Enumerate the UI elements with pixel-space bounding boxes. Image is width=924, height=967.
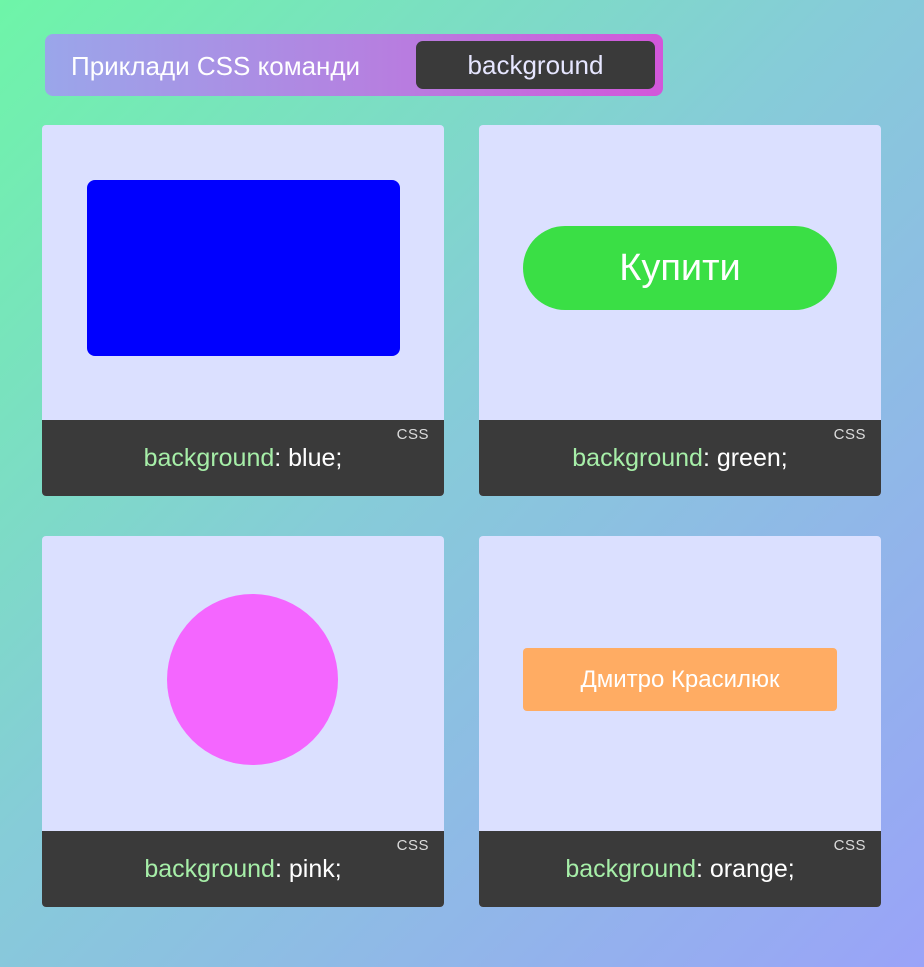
property-tag: background — [416, 41, 655, 89]
example-card-orange: Дмитро Красилюк CSS background: orange; — [479, 536, 881, 907]
demo-rectangle — [87, 180, 400, 356]
page-title: Приклади CSS команди — [71, 51, 361, 81]
code-value: : orange; — [695, 855, 795, 883]
example-card-blue: CSS background: blue; — [42, 125, 444, 496]
code-panel: CSS background: orange; — [479, 831, 881, 907]
code-panel: CSS background: blue; — [42, 420, 444, 496]
code-property: background — [572, 444, 703, 472]
example-card-green: Купити CSS background: green; — [479, 125, 881, 496]
code-value: : pink; — [274, 855, 342, 883]
code-panel: CSS background: pink; — [42, 831, 444, 907]
code-value: : blue; — [274, 444, 343, 472]
code-property: background — [565, 855, 696, 883]
code-line: background: blue; — [42, 420, 444, 496]
code-line: background: orange; — [479, 831, 881, 907]
name-badge: Дмитро Красилюк — [523, 648, 837, 711]
code-line: background: green; — [479, 420, 881, 496]
code-property: background — [144, 855, 275, 883]
code-line: background: pink; — [42, 831, 444, 907]
demo-circle — [167, 594, 338, 765]
header-banner: Приклади CSS команди background — [45, 34, 663, 96]
code-panel: CSS background: green; — [479, 420, 881, 496]
example-card-pink: CSS background: pink; — [42, 536, 444, 907]
code-property: background — [143, 444, 275, 472]
code-value: : green; — [702, 444, 788, 472]
buy-button[interactable]: Купити — [523, 226, 837, 310]
